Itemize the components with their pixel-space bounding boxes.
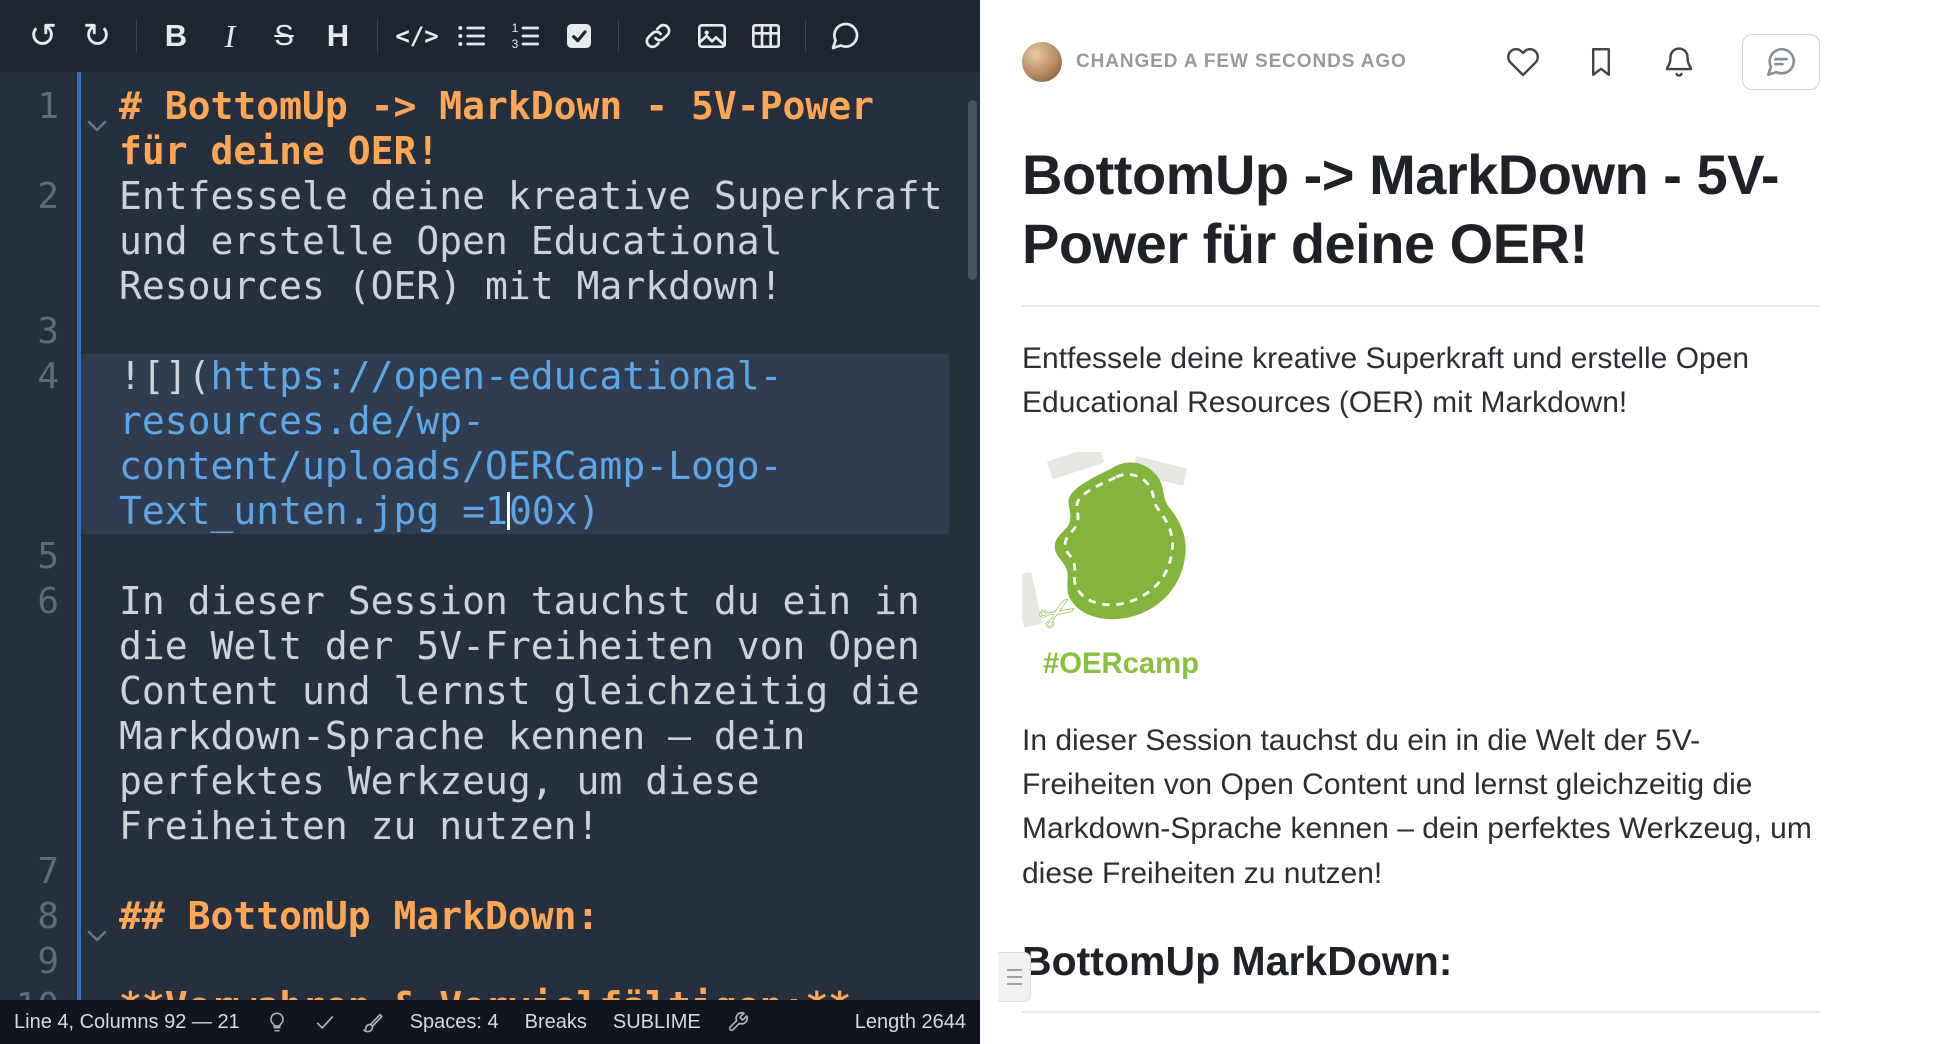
table-button[interactable] xyxy=(739,9,793,63)
editor-status-bar: Line 4, Columns 92 — 21 Spaces: 4 Breaks… xyxy=(0,1000,980,1044)
indent-setting[interactable]: Spaces: 4 xyxy=(410,1011,499,1034)
strikethrough-button[interactable]: S xyxy=(257,9,311,63)
svg-text:3: 3 xyxy=(512,37,519,51)
avatar[interactable] xyxy=(1022,42,1062,82)
editor-line-10[interactable]: 10 **Verwahren & Vervielfältigen:** xyxy=(0,984,949,1000)
bold-icon: B xyxy=(165,18,187,54)
editor-line-5[interactable]: 5 xyxy=(0,534,949,579)
section-divider xyxy=(1022,1011,1820,1013)
bookmark-icon[interactable] xyxy=(1584,45,1618,79)
toolbar-divider xyxy=(805,19,806,53)
strikethrough-icon: S xyxy=(274,20,293,53)
markdown-heading-text: ## BottomUp MarkDown: xyxy=(119,894,599,938)
redo-icon: ↻ xyxy=(83,19,112,53)
paragraph-text: In dieser Session tauchst du ein in die … xyxy=(119,579,943,848)
keymap-setting[interactable]: SUBLIME xyxy=(613,1011,701,1034)
paragraph-text: Entfessele deine kreative Superkraft und… xyxy=(119,174,966,308)
code-block-button[interactable]: </> xyxy=(390,9,444,63)
editor-line-4-active[interactable]: 4![](https://open-educational-resources.… xyxy=(0,354,949,534)
split-drag-handle[interactable] xyxy=(998,952,1031,1002)
night-mode-icon[interactable] xyxy=(266,1011,288,1033)
logo-caption: #OERcamp xyxy=(1043,648,1199,680)
editor-line-1[interactable]: 1 # BottomUp -> MarkDown - 5V-Power für d… xyxy=(0,84,949,174)
editor-line-7[interactable]: 7 xyxy=(0,849,949,894)
speech-bubble-icon xyxy=(1764,45,1798,79)
redo-button[interactable]: ↻ xyxy=(70,9,124,63)
session-paragraph: In dieser Session tauchst du ein in die … xyxy=(1022,719,1820,897)
line-number: 4 xyxy=(0,354,59,399)
toolbar-divider xyxy=(136,19,137,53)
comment-icon xyxy=(829,20,861,52)
editor-line-9[interactable]: 9 xyxy=(0,939,949,984)
italic-button[interactable]: I xyxy=(203,9,257,63)
document-length-status: Length 2644 xyxy=(855,1011,966,1034)
toolbar-divider xyxy=(618,19,619,53)
image-size-text: =1 xyxy=(439,489,508,533)
bullet-list-button[interactable] xyxy=(444,9,498,63)
link-icon xyxy=(642,20,674,52)
markdown-heading-text: # BottomUp -> MarkDown - 5V-Power für de… xyxy=(119,84,897,173)
editor-line-8[interactable]: 8 ## BottomUp MarkDown: xyxy=(0,894,949,939)
image-icon xyxy=(696,20,728,52)
fold-chevron-icon[interactable] xyxy=(86,99,108,115)
undo-icon: ↺ xyxy=(29,19,58,53)
app-window: ↺ ↻ B I S H </> 13 1# BottomUp -> MarkDo… xyxy=(0,0,1938,1044)
line-number: 9 xyxy=(0,939,59,984)
italic-icon: I xyxy=(225,18,236,55)
linebreak-setting[interactable]: Breaks xyxy=(525,1011,587,1034)
table-icon xyxy=(750,20,782,52)
document-title: BottomUp -> MarkDown - 5V-Power für dein… xyxy=(1022,140,1820,279)
line-number: 6 xyxy=(0,579,59,624)
theme-brush-icon[interactable] xyxy=(362,1011,384,1033)
code-icon: </> xyxy=(395,22,438,50)
undo-button[interactable]: ↺ xyxy=(16,9,70,63)
section-heading: BottomUp MarkDown: xyxy=(1022,938,1820,985)
like-heart-icon[interactable] xyxy=(1506,45,1540,79)
fold-chevron-icon[interactable] xyxy=(86,909,108,925)
comment-panel-button[interactable] xyxy=(1742,34,1820,90)
heading-icon: H xyxy=(327,18,349,54)
title-divider xyxy=(1022,305,1820,307)
editor-line-2[interactable]: 2Entfessele deine kreative Superkraft un… xyxy=(0,174,949,309)
line-number: 8 xyxy=(0,894,59,939)
line-number: 1 xyxy=(0,84,59,129)
toolbar-divider xyxy=(377,19,378,53)
oercamp-logo-image: ✂ #OERcamp xyxy=(1022,452,1820,689)
image-button[interactable] xyxy=(685,9,739,63)
line-number: 3 xyxy=(0,309,59,354)
editor-toolbar: ↺ ↻ B I S H </> 13 xyxy=(0,0,980,72)
preview-pane: CHANGED A FEW SECONDS AGO BottomUp -> Ma… xyxy=(980,0,1938,1044)
image-markdown-syntax: ![]( xyxy=(119,354,211,398)
spellcheck-icon[interactable] xyxy=(314,1011,336,1033)
line-number: 2 xyxy=(0,174,59,219)
link-button[interactable] xyxy=(631,9,685,63)
editor-line-6[interactable]: 6 In dieser Session tauchst du ein in die… xyxy=(0,579,949,849)
bold-button[interactable]: B xyxy=(149,9,203,63)
comment-toolbar-button[interactable] xyxy=(818,9,872,63)
task-list-button[interactable] xyxy=(552,9,606,63)
last-changed-status: CHANGED A FEW SECONDS AGO xyxy=(1076,51,1407,73)
markdown-editor[interactable]: 1 # BottomUp -> MarkDown - 5V-Power für d… xyxy=(0,72,980,1000)
ordered-list-button[interactable]: 13 xyxy=(498,9,552,63)
preview-header: CHANGED A FEW SECONDS AGO xyxy=(1022,34,1820,90)
preferences-wrench-icon[interactable] xyxy=(727,1011,749,1033)
svg-text:1: 1 xyxy=(512,21,519,35)
task-list-icon xyxy=(563,20,595,52)
notification-bell-icon[interactable] xyxy=(1662,45,1696,79)
flame-shape xyxy=(1055,462,1186,619)
heading-button[interactable]: H xyxy=(311,9,365,63)
line-number: 7 xyxy=(0,849,59,894)
line-number: 5 xyxy=(0,534,59,579)
editor-scrollbar-thumb[interactable] xyxy=(968,100,977,280)
image-size-text-after: 00x) xyxy=(509,489,601,533)
cursor-position-status: Line 4, Columns 92 — 21 xyxy=(14,1011,240,1034)
bullet-list-icon xyxy=(455,20,487,52)
editor-line-3[interactable]: 3 xyxy=(0,309,949,354)
markdown-bold-text: **Verwahren & Vervielfältigen:** xyxy=(119,984,851,1000)
line-number: 10 xyxy=(0,984,59,1000)
intro-paragraph: Entfessele deine kreative Superkraft und… xyxy=(1022,337,1820,426)
preview-actions xyxy=(1506,45,1696,79)
ordered-list-icon: 13 xyxy=(509,20,541,52)
editor-pane: ↺ ↻ B I S H </> 13 1# BottomUp -> MarkDo… xyxy=(0,0,980,1044)
